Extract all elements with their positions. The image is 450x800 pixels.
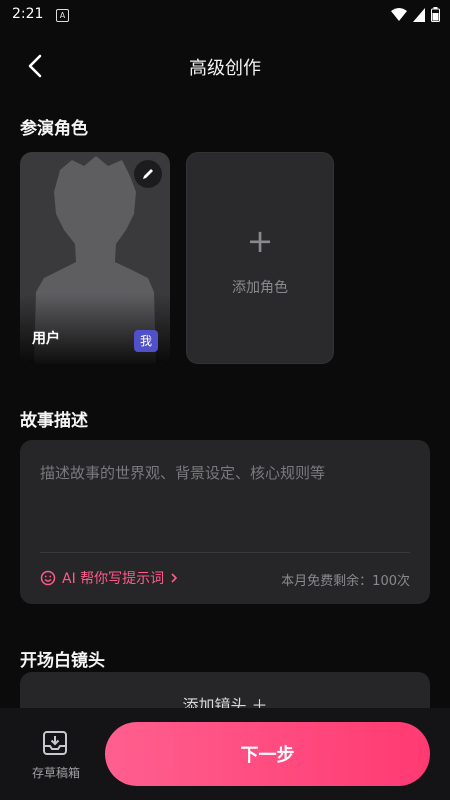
- save-draft-button[interactable]: 存草稿箱: [24, 728, 88, 788]
- cast-section-title: 参演角色: [20, 119, 88, 139]
- add-character-label: 添加角色: [232, 280, 288, 296]
- pencil-icon: [143, 169, 153, 179]
- user-character-name: 用户: [32, 331, 60, 347]
- user-character-card[interactable]: 用户 我: [20, 152, 170, 364]
- battery-icon: [431, 7, 440, 22]
- draft-box-icon: [43, 731, 67, 755]
- story-description-input[interactable]: 描述故事的世界观、背景设定、核心规则等: [40, 462, 325, 483]
- me-badge: 我: [134, 330, 158, 352]
- status-time: 2:21: [12, 6, 44, 22]
- story-section-title: 故事描述: [20, 411, 88, 431]
- free-quota-text: 本月免费剩余：100次: [281, 574, 410, 589]
- ai-help-button[interactable]: AI 帮你写提示词: [40, 568, 178, 588]
- page-title: 高级创作: [189, 58, 261, 79]
- header: 高级创作: [0, 44, 450, 88]
- edit-character-button[interactable]: [134, 160, 162, 188]
- opening-section-title: 开场白镜头: [20, 651, 105, 671]
- ai-help-label: AI 帮你写提示词: [62, 571, 165, 587]
- chevron-right-icon: [171, 573, 178, 583]
- next-step-button[interactable]: 下一步: [105, 722, 430, 786]
- story-description-box: 描述故事的世界观、背景设定、核心规则等 AI 帮你写提示词 本月免费剩余：100…: [20, 440, 430, 604]
- signal-icon: [413, 7, 425, 22]
- smiley-icon: [40, 570, 56, 586]
- plus-icon: +: [246, 222, 274, 260]
- notification-icon: A: [56, 9, 69, 22]
- add-character-card[interactable]: + 添加角色: [186, 152, 334, 364]
- save-draft-label: 存草稿箱: [31, 766, 80, 780]
- wifi-icon: [391, 7, 407, 21]
- status-bar: 2:21 A: [0, 0, 450, 30]
- bottom-action-bar: 存草稿箱 下一步: [0, 708, 450, 800]
- status-icons: [391, 7, 440, 22]
- divider: [40, 552, 410, 553]
